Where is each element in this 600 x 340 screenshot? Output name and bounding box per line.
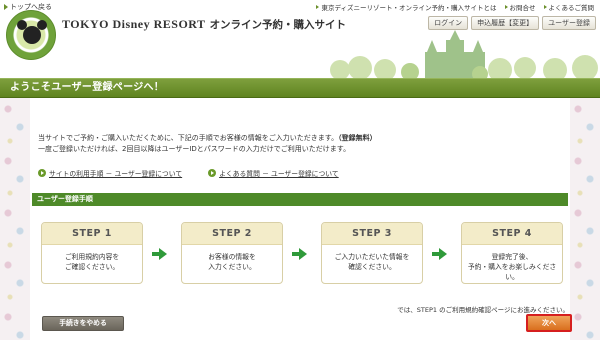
intro-line-1-text: 当サイトでご予約・ご購入いただくために、下記の手順でお客様の情報をご入力いただき… [38,134,339,142]
intro-line-1: 当サイトでご予約・ご購入いただくために、下記の手順でお客様の情報をご入力いただき… [38,133,377,144]
step-card-2: STEP 2 お客様の情報を 入力ください。 [181,222,283,284]
step-description-line: お客様の情報を [208,253,256,261]
step-description-line: ご確認ください。 [64,263,120,271]
login-button[interactable]: ログイン [428,16,469,30]
left-decorative-pattern [0,97,30,340]
arrow-right-icon [292,248,307,260]
top-link-contact-label: お問合せ [509,4,536,12]
usage-guide-link[interactable]: サイトの利用手順 － ユーザー登録について [38,168,182,178]
circle-arrow-icon [38,169,46,177]
header-buttons: ログイン 申込履歴【変更】 ユーザー登録 [428,16,596,30]
triangle-arrow-icon [4,4,8,10]
mickey-logo-badge [6,10,56,60]
step-description: ご利用規約内容を ご確認ください。 [42,245,142,272]
step-card-3: STEP 3 ご入力いただいた情報を 確認ください。 [321,222,423,284]
step-card-4: STEP 4 登録完了後、 予約・購入をお楽しみください。 [461,222,563,284]
step-description-line: 入力ください。 [208,263,256,271]
top-link-faq[interactable]: よくあるご質問 [543,2,595,12]
help-links: サイトの利用手順 － ユーザー登録について よくある質問 － ユーザー登録につい… [38,168,339,178]
faq-link-label: よくある質問 － ユーザー登録について [219,170,339,178]
next-step-note: では、STEP1 のご利用規約確認ページにお進みください。 [397,306,569,314]
page-title: ようこそユーザー登録ページへ！ [10,82,165,93]
castle-illustration [330,30,598,78]
step-description: お客様の情報を 入力ください。 [182,245,282,272]
top-links: 東京ディズニーリゾート・オンライン予約・購入サイトとは お問合せ よくあるご質問 [316,2,594,12]
top-link-contact[interactable]: お問合せ [504,2,536,12]
step-description: ご入力いただいた情報を 確認ください。 [322,245,422,272]
steps-section-header: ユーザー登録手順 [32,193,568,206]
cancel-button[interactable]: 手続きをやめる [42,316,124,331]
registration-steps: STEP 1 ご利用規約内容を ご確認ください。 STEP 2 お客様の情報を … [32,222,572,284]
brand-subtitle: オンライン予約・購入サイト [209,19,347,31]
step-title: STEP 1 [42,223,142,245]
history-button[interactable]: 申込履歴【変更】 [471,16,540,30]
circle-arrow-icon [208,169,217,177]
mickey-silhouette-icon [17,20,47,44]
top-link-about-label: 東京ディズニーリゾート・オンライン予約・購入サイトとは [321,4,497,12]
step-title: STEP 4 [462,223,562,245]
top-link-faq-label: よくあるご質問 [548,4,595,12]
right-decorative-pattern [570,97,600,340]
step-description-line: 予約・購入をお楽しみください。 [467,263,557,281]
faq-link[interactable]: よくある質問 － ユーザー登録について [208,168,339,178]
step-description-line: ご利用規約内容を [64,253,120,261]
step-title: STEP 2 [182,223,282,245]
user-registration-button[interactable]: ユーザー登録 [542,16,596,30]
free-registration-note: （登録無料） [338,134,377,142]
triangle-arrow-icon [543,5,547,9]
brand-name: TOKYO Disney RESORT [62,17,206,31]
arrow-right-icon [432,248,447,260]
triangle-arrow-icon [316,5,320,9]
step-description-line: ご入力いただいた情報を [334,253,410,261]
top-link-about[interactable]: 東京ディズニーリゾート・オンライン予約・購入サイトとは [316,2,497,12]
step-description-line: 登録完了後、 [491,253,533,261]
step-title: STEP 3 [322,223,422,245]
step-description-line: 確認ください。 [348,263,396,271]
site-header: トップへ戻る TOKYO Disney RESORT オンライン予約・購入サイト… [0,0,600,78]
page-title-bar: ようこそユーザー登録ページへ！ [0,78,600,98]
triangle-arrow-icon [504,5,508,9]
main-content: 当サイトでご予約・ご購入いただくために、下記の手順でお客様の情報をご入力いただき… [30,98,572,340]
usage-guide-link-label: サイトの利用手順 － ユーザー登録について [49,170,183,178]
step-description: 登録完了後、 予約・購入をお楽しみください。 [462,245,562,282]
intro-text: 当サイトでご予約・ご購入いただくために、下記の手順でお客様の情報をご入力いただき… [38,133,377,155]
step-card-1: STEP 1 ご利用規約内容を ご確認ください。 [41,222,143,284]
intro-line-2: 一度ご登録いただければ、2回目以降はユーザーIDとパスワードの入力だけでご利用い… [38,145,351,153]
arrow-right-icon [152,248,167,260]
next-button[interactable]: 次へ [526,314,572,332]
brand-title[interactable]: TOKYO Disney RESORT オンライン予約・購入サイト [62,17,346,32]
